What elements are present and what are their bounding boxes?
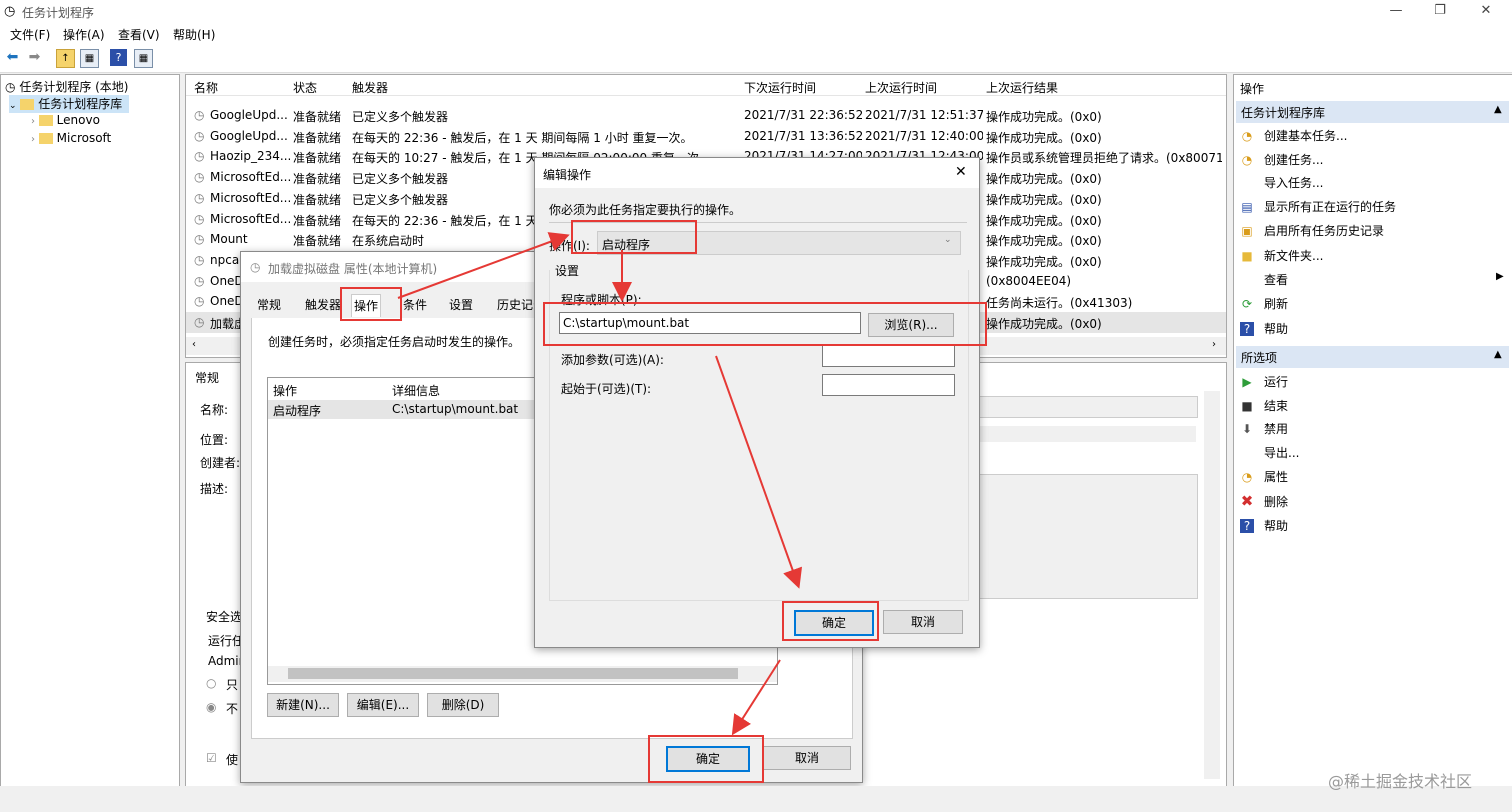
status-bar bbox=[0, 786, 1512, 812]
arrow-ok-to-properties-ok bbox=[731, 659, 781, 736]
arrow-program-to-ok bbox=[715, 355, 803, 589]
watermark: @稀土掘金技术社区 bbox=[1328, 772, 1473, 791]
arrow-tab-to-type bbox=[397, 232, 570, 299]
annotation-arrows bbox=[397, 232, 803, 736]
